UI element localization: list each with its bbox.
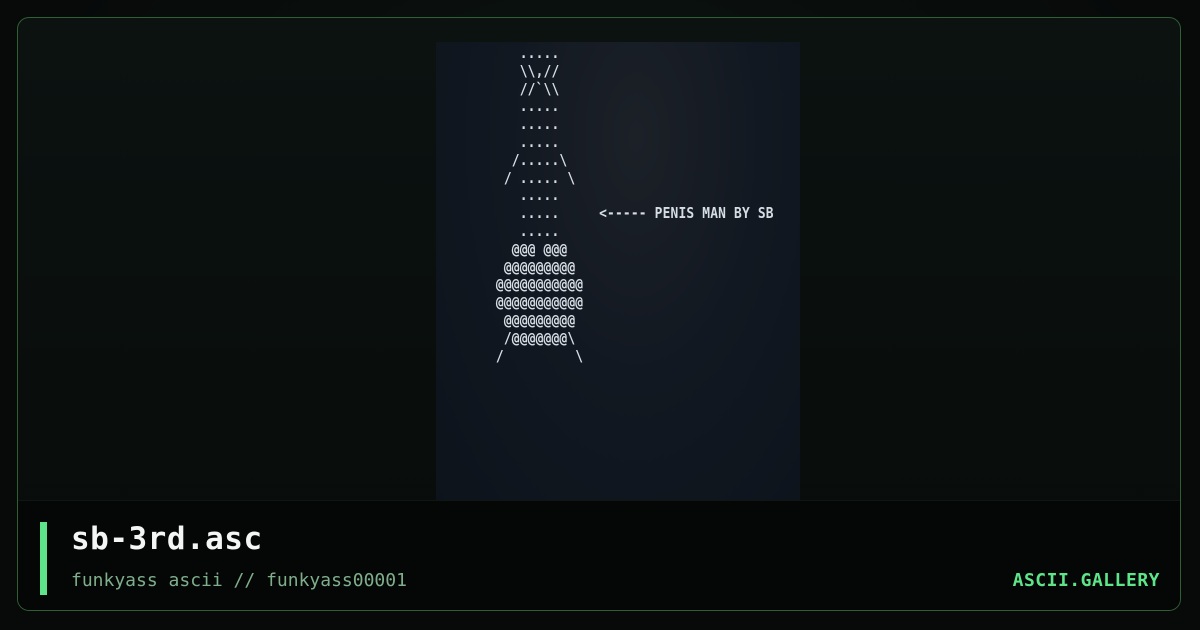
file-subtitle: funkyass ascii // funkyass00001 <box>71 570 407 591</box>
ascii-art-preview: ..... \\,// //`\\ ..... ..... ..... /...… <box>436 42 800 518</box>
site-brand[interactable]: ASCII.GALLERY <box>1013 570 1160 591</box>
ascii-art-text: ..... \\,// //`\\ ..... ..... ..... /...… <box>495 44 774 365</box>
og-card: ..... \\,// //`\\ ..... ..... ..... /...… <box>0 0 1200 630</box>
file-title: sb-3rd.asc <box>71 521 263 557</box>
info-bar: sb-3rd.asc funkyass ascii // funkyass000… <box>18 500 1180 610</box>
card-frame: ..... \\,// //`\\ ..... ..... ..... /...… <box>17 17 1181 611</box>
accent-bar <box>40 522 47 595</box>
